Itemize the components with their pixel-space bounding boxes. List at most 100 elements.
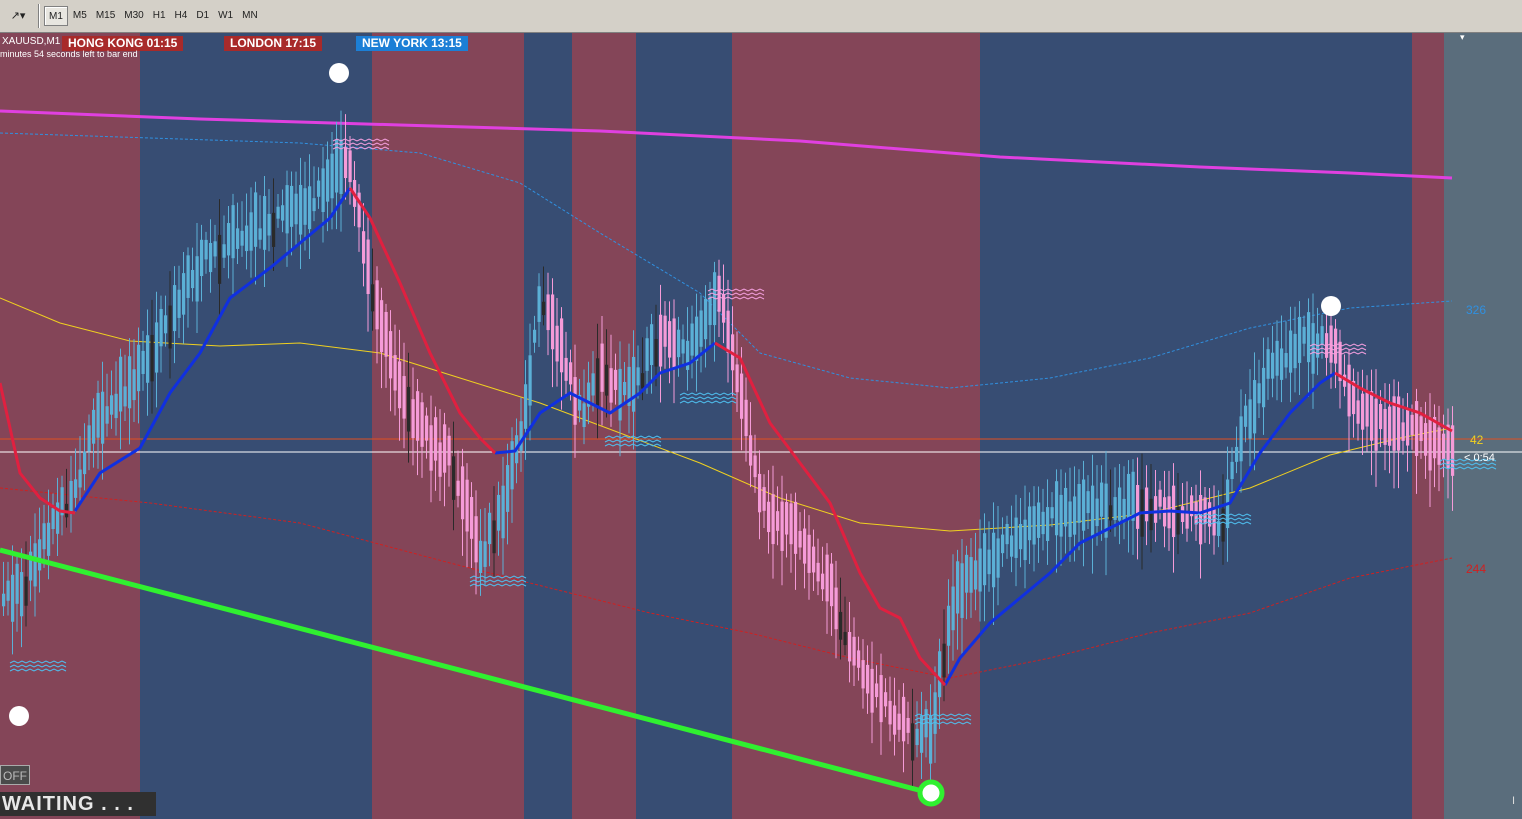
candle-body [1019,523,1023,550]
candle-body [1100,482,1104,517]
candle-body [344,147,348,179]
candle-body [1374,398,1378,451]
candle-body [767,501,771,533]
candle-body [537,286,541,322]
candle-body [42,523,46,550]
candle-body [393,355,397,391]
candle-body [1037,502,1041,538]
candle-body [429,425,433,471]
candle-body [510,441,514,490]
candle-body [1001,534,1005,554]
timeframe-d1[interactable]: D1 [192,6,213,26]
candle-body [96,392,100,438]
timeframe-m15[interactable]: M15 [92,6,119,26]
candle-body [159,308,163,347]
candle-body [299,184,303,235]
candle-body [15,563,19,604]
candle-body [519,421,523,451]
candle-body [555,325,559,362]
candle-body [11,574,15,622]
price-plot [0,63,1522,807]
off-button[interactable]: OFF [0,765,30,785]
candle-body [74,479,78,498]
candle-body [69,480,73,512]
candle-body [740,373,744,419]
candle-body [1113,497,1117,520]
signal-marker [914,721,972,725]
candle-body [155,322,159,373]
candle-body [1154,496,1158,523]
candle-body [380,300,384,353]
candle-body [1028,506,1032,541]
candle-body [78,469,82,488]
candle-body [1014,517,1018,558]
candle-body [771,494,775,545]
candle-body [636,367,640,386]
timeframe-h4[interactable]: H4 [171,6,192,26]
candle-body [875,683,879,698]
timeframe-m5[interactable]: M5 [69,6,91,26]
candle-body [483,541,487,567]
candle-body [132,369,136,401]
candle-body [632,356,636,412]
timeframe-w1[interactable]: W1 [214,6,237,26]
candle-body [789,503,793,545]
candle-body [362,231,366,264]
status-waiting: WAITING . . . [0,792,156,816]
candle-body [609,368,613,403]
signal-marker [9,668,67,672]
candle-body [506,465,510,512]
upper-band-label: 326 [1466,303,1487,317]
timeframe-h1[interactable]: H1 [149,6,170,26]
candle-body [803,528,807,564]
session-new-york: NEW YORK 13:15 [356,36,468,51]
candle-body [2,593,6,607]
chart-area[interactable]: XAUUSD,M1 HONG KONG 01:15 LONDON 17:15 N… [0,33,1522,819]
candle-body [735,364,739,393]
signal-marker [914,713,972,717]
candle-body [366,239,370,295]
candle-body [533,329,537,343]
candle-body [1302,326,1306,344]
candle-body [992,532,996,588]
candle-body [213,241,217,257]
blue-trend-line [943,371,1336,686]
timeframe-mn[interactable]: MN [238,6,262,26]
candle-body [312,198,316,212]
candle-body [470,497,474,539]
candle-body [479,540,483,574]
candle-body [1235,446,1239,462]
signal-dot-icon [9,706,29,726]
candle-body [137,344,141,392]
candle-body [807,534,811,573]
candle-body [870,668,874,713]
candle-body [681,339,685,354]
bar-timer: < 0:54 [1464,452,1495,464]
candle-body [1307,312,1311,363]
candle-body [762,487,766,511]
scroll-marker-icon[interactable]: ▾ [1460,33,1465,43]
candle-body [240,230,244,246]
candle-body [186,255,190,298]
candle-body [452,456,456,500]
candle-body [1136,485,1140,529]
draw-tool-icon[interactable]: ↗▾ [4,6,32,26]
candle-body [294,193,298,225]
candle-body [1415,401,1419,456]
candle-body [1379,403,1383,430]
candle-body [560,318,564,373]
candle-body [542,301,546,316]
signal-marker [679,392,737,396]
candle-body [92,409,96,444]
candle-body [1410,414,1414,435]
candle-body [965,554,969,593]
timeframe-m30[interactable]: M30 [120,6,147,26]
candle-body [668,321,672,358]
timeframe-m1[interactable]: M1 [44,6,68,26]
candle-body [1401,422,1405,441]
candle-body [690,323,694,356]
candle-body [663,315,667,347]
candle-body [902,696,906,742]
candle-body [1293,333,1297,369]
candle-body [866,664,870,694]
